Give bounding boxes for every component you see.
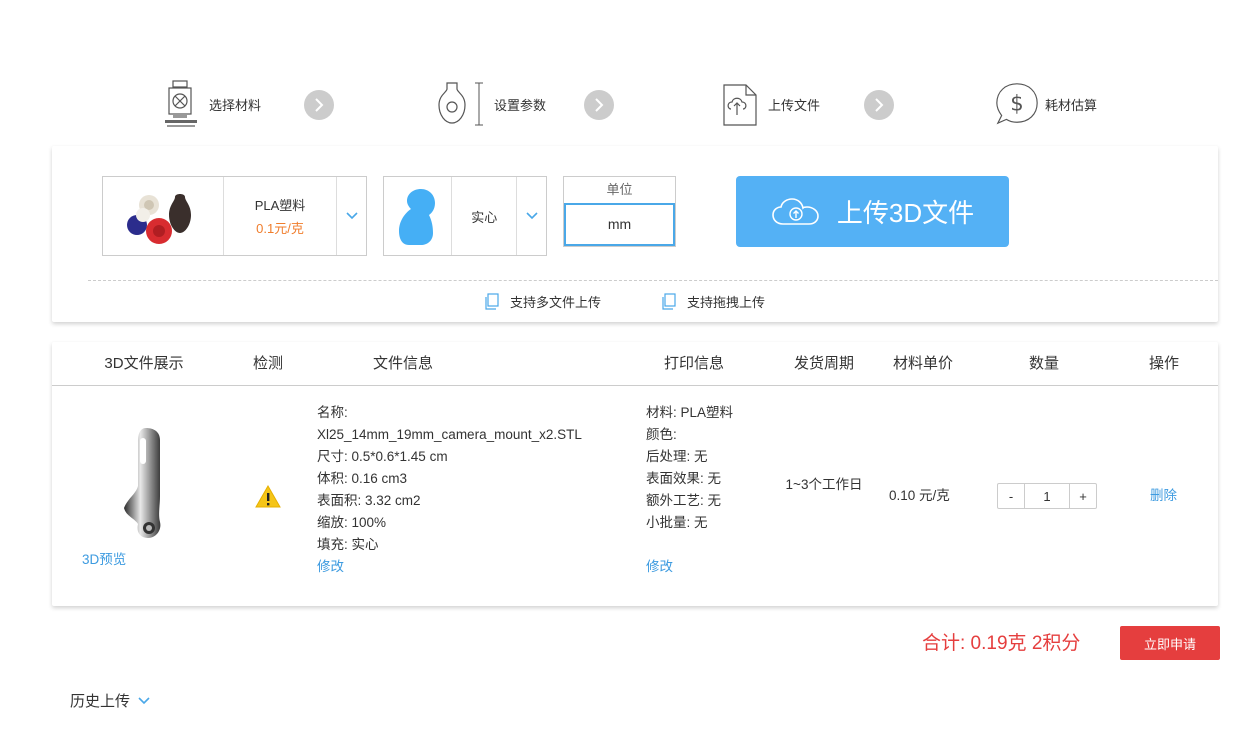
material-price: 0.1元/克: [256, 221, 304, 236]
header-file-info: 文件信息: [372, 355, 434, 372]
table-header: 3D文件展示 检测 文件信息 打印信息 发货周期 材料单价 数量 操作: [52, 342, 1218, 386]
files-icon: [484, 292, 500, 311]
header-check: 检测: [252, 355, 284, 372]
print-post: 后处理: 无: [646, 449, 708, 464]
step-label: 上传文件: [768, 97, 821, 113]
chevron-down-icon[interactable]: [517, 177, 546, 255]
print-batch: 小批量: 无: [646, 515, 708, 530]
files-icon: [661, 292, 677, 311]
header-print-info: 打印信息: [663, 355, 725, 372]
file-name: Xl25_14mm_19mm_camera_mount_x2.STL: [317, 427, 582, 442]
file-fill: 填充: 实心: [317, 537, 379, 552]
divider: [88, 280, 1218, 281]
step-estimate: $ 耗材估算: [993, 78, 1097, 130]
chevron-down-icon: [138, 696, 150, 705]
print-color: 颜色:: [646, 427, 677, 442]
file-area: 表面积: 3.32 cm2: [317, 493, 421, 508]
header-actions: 操作: [1148, 355, 1180, 372]
steps-bar: 选择材料 设置参数 上传文件 $ 耗材估算: [0, 78, 1252, 130]
total-summary: 合计: 0.19克 2积分: [922, 633, 1081, 654]
unit-label: 单位: [606, 182, 633, 197]
header-3d-display: 3D文件展示: [104, 355, 184, 372]
fill-thumbnail: [384, 177, 453, 255]
increase-button[interactable]: +: [1070, 484, 1096, 508]
file-volume: 体积: 0.16 cm3: [317, 471, 408, 486]
fill-value: 实心: [452, 177, 518, 255]
file-size: 尺寸: 0.5*0.6*1.45 cm: [317, 449, 448, 464]
header-unit-price: 材料单价: [892, 355, 954, 372]
edit-file-info-link[interactable]: 修改: [317, 556, 582, 578]
delivery-period: 1~3个工作日: [785, 477, 863, 492]
print-info: 材料: PLA塑料 颜色: 后处理: 无 表面效果: 无 额外工艺: 无 小批量…: [646, 402, 733, 578]
fill-select[interactable]: 实心: [383, 176, 547, 256]
material-select[interactable]: PLA塑料 0.1元/克: [102, 176, 367, 256]
step-label: 选择材料: [209, 97, 262, 113]
history-upload-toggle[interactable]: 历史上传: [70, 690, 150, 711]
material-info: PLA塑料 0.1元/克: [224, 177, 337, 255]
cloud-upload-icon: [771, 197, 821, 227]
step-label: 设置参数: [494, 97, 547, 113]
header-delivery: 发货周期: [793, 355, 855, 372]
hint-label: 支持多文件上传: [510, 295, 602, 310]
unit-price: 0.10 元/克: [889, 488, 950, 503]
quantity-stepper: - 1 +: [997, 483, 1097, 509]
chevron-right-icon: [584, 90, 614, 120]
history-label: 历史上传: [70, 693, 131, 710]
file-table: 3D文件展示 检测 文件信息 打印信息 发货周期 材料单价 数量 操作 3D预览…: [52, 342, 1218, 606]
quantity-input[interactable]: 1: [1024, 484, 1070, 508]
header-quantity: 数量: [1028, 355, 1060, 372]
warning-icon: [255, 484, 281, 516]
3d-preview-link[interactable]: 3D预览: [82, 549, 126, 571]
model-thumbnail: [112, 424, 172, 555]
upload-button-label: 上传3D文件: [836, 198, 975, 228]
vase-dimension-icon: [432, 78, 490, 130]
print-material: 材料: PLA塑料: [646, 405, 734, 420]
unit-field: 单位 mm: [563, 176, 676, 247]
step-select-material: 选择材料: [157, 78, 261, 130]
printer-icon: [157, 78, 205, 130]
delete-link[interactable]: 删除: [1150, 485, 1177, 507]
step-label: 耗材估算: [1045, 97, 1098, 113]
chevron-right-icon: [304, 90, 334, 120]
chevron-down-icon[interactable]: [337, 177, 366, 255]
unit-input[interactable]: mm: [564, 203, 675, 246]
file-info: 名称: Xl25_14mm_19mm_camera_mount_x2.STL 尺…: [317, 402, 582, 578]
hint-multi-file: 支持多文件上传: [484, 292, 601, 311]
material-thumbnail: [103, 177, 224, 255]
svg-text:$: $: [1010, 91, 1023, 116]
decrease-button[interactable]: -: [998, 484, 1024, 508]
chevron-right-icon: [864, 90, 894, 120]
file-name-label: 名称:: [317, 405, 348, 420]
file-scale: 缩放: 100%: [317, 515, 387, 530]
apply-now-button[interactable]: 立即申请: [1120, 626, 1220, 660]
hint-label: 支持拖拽上传: [687, 295, 766, 310]
step-upload-file: 上传文件: [716, 78, 820, 130]
print-extra: 额外工艺: 无: [646, 493, 722, 508]
dollar-bubble-icon: $: [993, 78, 1041, 130]
upload-3d-file-button[interactable]: 上传3D文件: [736, 176, 1009, 247]
step-set-params: 设置参数: [432, 78, 546, 130]
file-upload-icon: [716, 78, 764, 130]
edit-print-info-link[interactable]: 修改: [646, 556, 733, 578]
hint-drag-drop: 支持拖拽上传: [661, 292, 765, 311]
print-surface: 表面效果: 无: [646, 471, 722, 486]
upload-panel: PLA塑料 0.1元/克 实心 单位 mm 上传3D文件 支持多文件上传 支持拖…: [52, 146, 1218, 322]
material-name: PLA塑料: [254, 198, 306, 213]
